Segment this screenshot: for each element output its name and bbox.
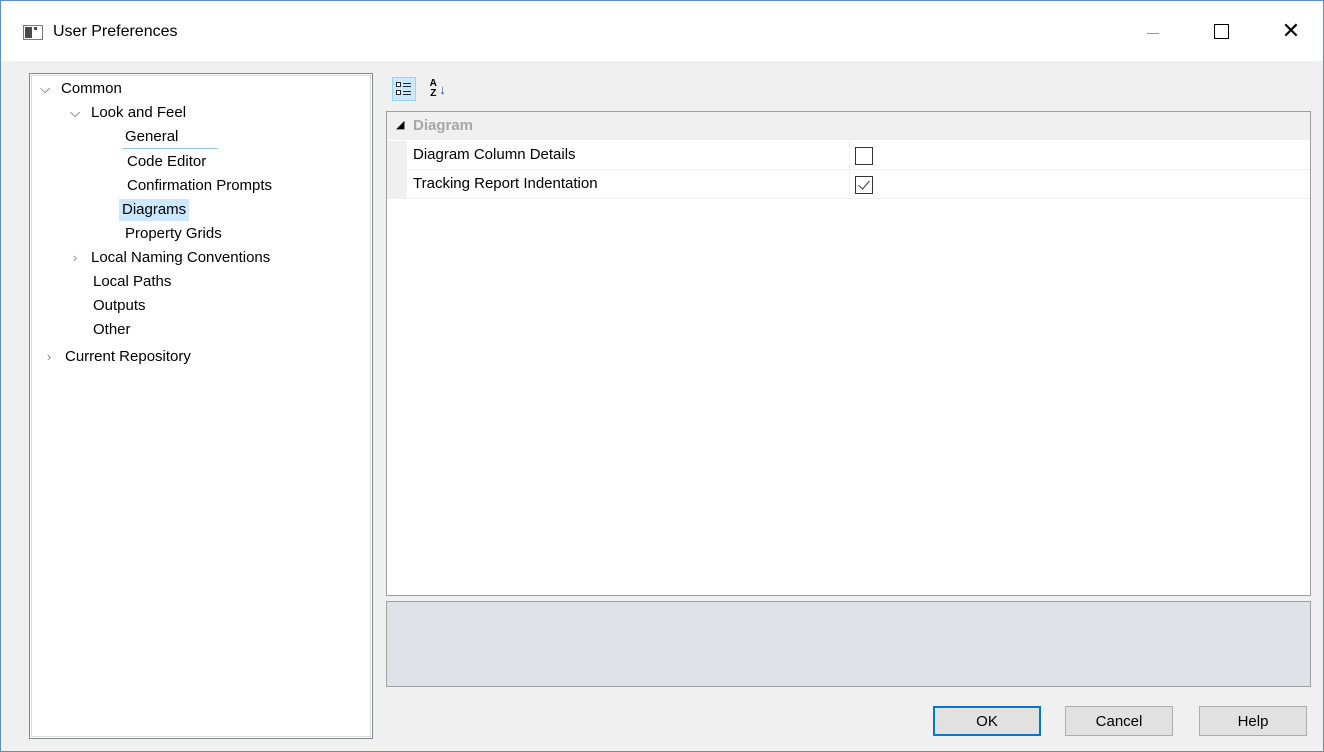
tree-item-label: Code Editor xyxy=(127,153,207,170)
tree-item-label: Local Paths xyxy=(93,273,172,290)
maximize-icon xyxy=(1213,23,1229,39)
tree-item-label: Local Naming Conventions xyxy=(91,249,271,266)
alphabetical-button[interactable]: A Z ↓ xyxy=(425,77,449,101)
tree-item-label: General xyxy=(122,126,218,149)
categorized-button[interactable] xyxy=(392,77,416,101)
sort-alphabetical-icon: A Z xyxy=(429,78,437,99)
close-icon: ✕ xyxy=(1281,18,1301,43)
chevron-down-icon[interactable]: ⌵ xyxy=(38,78,52,100)
categorized-icon xyxy=(396,81,412,97)
property-name: Tracking Report Indentation xyxy=(413,175,598,192)
title-bar: User Preferences ✕ xyxy=(1,1,1323,61)
user-preferences-dialog: User Preferences ✕ ⌵ Common ⌵ Look and F… xyxy=(0,0,1324,752)
chevron-right-icon[interactable]: › xyxy=(68,247,82,269)
help-button[interactable]: Help xyxy=(1199,706,1307,736)
property-name: Diagram Column Details xyxy=(413,146,576,163)
tracking-report-indentation-checkbox[interactable] xyxy=(855,176,873,194)
diagram-column-details-checkbox[interactable] xyxy=(855,147,873,165)
preferences-tree[interactable]: ⌵ Common ⌵ Look and Feel General Code Ed… xyxy=(29,73,373,739)
tree-item-label: Property Grids xyxy=(125,225,222,242)
category-label: Diagram xyxy=(413,117,474,134)
description-panel xyxy=(386,601,1311,687)
chevron-right-icon[interactable]: › xyxy=(42,346,56,368)
tree-item-label: Outputs xyxy=(93,297,146,314)
property-grid[interactable]: ◢ Diagram Diagram Column Details Trackin… xyxy=(386,111,1311,596)
tree-item-label: Current Repository xyxy=(65,348,191,365)
tree-item-label: Diagrams xyxy=(119,199,190,221)
arrow-down-icon: ↓ xyxy=(439,81,446,97)
property-row[interactable]: Tracking Report Indentation xyxy=(387,170,1310,199)
tree-item-label: Common xyxy=(61,80,122,97)
chevron-down-icon[interactable]: ⌵ xyxy=(68,102,82,124)
cancel-button[interactable]: Cancel xyxy=(1065,706,1173,736)
app-icon xyxy=(23,25,43,40)
maximize-button[interactable] xyxy=(1197,1,1245,61)
tree-item-label: Look and Feel xyxy=(91,104,187,121)
window-title: User Preferences xyxy=(53,23,178,40)
ok-button[interactable]: OK xyxy=(933,706,1041,736)
tree-item-label: Other xyxy=(93,321,131,338)
minimize-icon xyxy=(1147,32,1159,34)
minimize-button[interactable] xyxy=(1129,1,1177,61)
close-button[interactable]: ✕ xyxy=(1267,1,1315,61)
property-row[interactable]: Diagram Column Details xyxy=(387,141,1310,170)
category-row-diagram[interactable]: ◢ Diagram xyxy=(387,112,1310,140)
tree-item-label: Confirmation Prompts xyxy=(127,177,273,194)
collapse-triangle-icon[interactable]: ◢ xyxy=(396,118,404,131)
